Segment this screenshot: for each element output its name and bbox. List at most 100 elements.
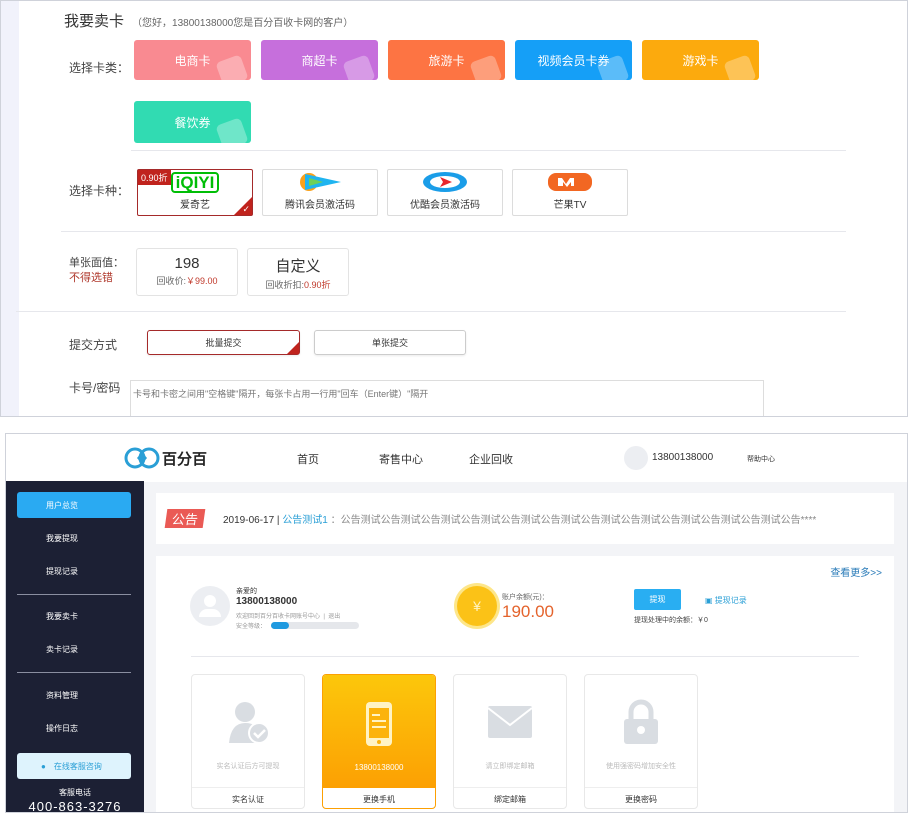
card-password-label: 卡号/密码 (69, 381, 121, 395)
header-user[interactable]: 13800138000 (652, 452, 713, 463)
divider (16, 311, 846, 312)
card-kind-youku[interactable]: 优酷会员激活码 (387, 169, 503, 216)
user-center-panel: 百分百 首页 寄售中心 企业回收 13800138000 帮助中心 用户总览 我… (5, 433, 908, 813)
service-icon: ● (41, 761, 46, 771)
sidebar-item-sell-record[interactable]: 卖卡记录 (17, 636, 131, 662)
card-kind-tencent[interactable]: 腾讯会员激活码 (262, 169, 378, 216)
title-text: 我要卖卡 (64, 13, 125, 30)
balance-label: 账户余额(元)： (502, 594, 549, 601)
kind-label-text: 爱奇艺 (180, 200, 210, 211)
avatar[interactable] (624, 446, 648, 470)
notice-line: 2019-06-17 | 公告测试1 ：公告测试公告测试公告测试公告测试公告测试… (223, 511, 816, 526)
card-kind-iqiyi[interactable]: 0.90折 iQIYI 爱奇艺 ✓ (137, 169, 253, 216)
notice-title-link[interactable]: 公告测试1 (282, 515, 328, 526)
notice-bar: 公告 2019-06-17 | 公告测试1 ：公告测试公告测试公告测试公告测试公… (156, 493, 894, 544)
user-avatar (190, 586, 230, 626)
category-tile[interactable]: 游戏卡 (642, 40, 759, 80)
face-value: 198 (174, 255, 200, 272)
sidebar-item-overview[interactable]: 用户总览 (17, 492, 131, 518)
category-deco-icon (215, 117, 249, 143)
user-check-icon (225, 699, 271, 745)
single-submit-button[interactable]: 单张提交 (314, 330, 466, 355)
security-card-email[interactable]: 请立即绑定邮箱 绑定邮箱 (453, 674, 567, 809)
withdraw-record-link[interactable]: ▣ 提现记录 (705, 595, 747, 606)
kind-label-text: 芒果TV (553, 200, 587, 211)
nav-consign[interactable]: 寄售中心 (379, 451, 423, 467)
divider (191, 656, 859, 657)
nav-help[interactable]: 帮助中心 (747, 454, 775, 464)
sidebar-item-profile[interactable]: 资料管理 (17, 682, 131, 708)
balance-value: 190.00 (502, 602, 554, 621)
category-tile[interactable]: 电商卡 (134, 40, 251, 80)
card-desc: 13800138000 (354, 763, 404, 772)
note-prefix: 回收折扣: (265, 280, 304, 290)
security-bar (271, 622, 359, 629)
notice-badge: 公告 (164, 509, 206, 528)
card-action[interactable]: 更换密码 (585, 788, 697, 808)
welcome-text: 欢迎回到百分百收卡网账号中心 (236, 614, 321, 620)
sidebar: 用户总览 我要提现 提现记录 我要卖卡 卖卡记录 资料管理 操作日志 ● 在线客服… (6, 481, 144, 812)
greeting-text: （您好，13800138000您是百分百收卡网的客户） (132, 18, 354, 29)
security-card-realname[interactable]: 实名认证后方可提现 实名认证 (191, 674, 305, 809)
nav-home[interactable]: 首页 (297, 451, 319, 467)
withdraw-record-label: 提现记录 (714, 596, 747, 605)
security-card-phone[interactable]: 13800138000 更换手机 (322, 674, 436, 809)
card-password-input[interactable] (130, 380, 764, 416)
logout-link[interactable]: 退出 (328, 614, 340, 620)
online-service-button[interactable]: ● 在线客服咨询 (17, 753, 131, 779)
pending-amount: 提现处理中的余额：￥0 (634, 617, 708, 624)
sidebar-item-log[interactable]: 操作日志 (17, 715, 131, 741)
sidebar-item-sell-card[interactable]: 我要卖卡 (17, 603, 131, 629)
category-label: 商超卡 (301, 53, 338, 68)
service-label: 在线客服咨询 (53, 761, 102, 771)
coin-icon: ¥ (457, 586, 497, 626)
brand-name: 百分百 (162, 450, 208, 468)
security-label: 安全等级： (236, 624, 267, 630)
face-value: 自定义 (275, 258, 321, 275)
sell-card-panel: 我要卖卡 （您好，13800138000您是百分百收卡网的客户） 选择卡类： 电商… (0, 0, 908, 417)
batch-submit-button[interactable]: 批量提交 (147, 330, 300, 355)
divider (17, 594, 131, 595)
top-header: 百分百 首页 寄售中心 企业回收 13800138000 帮助中心 (6, 434, 907, 482)
card-kind-mango[interactable]: 芒果TV (512, 169, 628, 216)
button-label: 批量提交 (205, 338, 242, 348)
face-value-198[interactable]: 198 回收价:￥99.00 (136, 248, 238, 296)
category-deco-icon (469, 54, 503, 80)
face-warning: 不得选错 (69, 272, 113, 284)
card-action[interactable]: 更换手机 (323, 788, 435, 808)
sidebar-item-withdraw-record[interactable]: 提现记录 (17, 558, 131, 584)
category-label: 游戏卡 (682, 53, 719, 68)
category-tile[interactable]: 餐饮券 (134, 101, 251, 143)
card-desc: 使用强密码增加安全性 (606, 763, 676, 770)
iqiyi-logo-text: iQIYI (170, 171, 220, 193)
phone-icon (356, 701, 402, 747)
card-action[interactable]: 绑定邮箱 (454, 788, 566, 808)
security-bar-fill (271, 622, 289, 629)
category-tile[interactable]: 商超卡 (261, 40, 378, 80)
view-more-link[interactable]: 查看更多>> (830, 564, 882, 579)
category-label: 电商卡 (174, 53, 211, 68)
sidebar-item-withdraw[interactable]: 我要提现 (17, 525, 131, 551)
account-phone: 13800138000 (236, 596, 298, 607)
nav-enterprise[interactable]: 企业回收 (469, 451, 513, 467)
kind-label: 选择卡种： (69, 184, 130, 198)
category-tile[interactable]: 旅游卡 (388, 40, 505, 80)
greeting: 亲爱的 (236, 588, 257, 595)
brand-logo[interactable]: 百分百 (124, 444, 207, 472)
notice-text: ：公告测试公告测试公告测试公告测试公告测试公告测试公告测试公告测试公告测试公告测… (330, 515, 817, 526)
divider (61, 231, 846, 232)
mango-tv-logo (545, 171, 595, 193)
card-desc: 请立即绑定邮箱 (485, 763, 535, 770)
face-value-custom[interactable]: 自定义 回收折扣:0.90折 (247, 248, 349, 296)
card-action[interactable]: 实名认证 (192, 788, 304, 808)
category-label: 餐饮券 (174, 115, 211, 130)
face-label: 单张面值： (69, 257, 124, 269)
category-label: 选择卡类： (69, 61, 130, 75)
phone-label: 客服电话 (59, 788, 91, 797)
lock-icon (618, 699, 664, 745)
withdraw-button[interactable]: 提现 (634, 589, 681, 610)
security-card-password[interactable]: 使用强密码增加安全性 更换密码 (584, 674, 698, 809)
category-deco-icon (723, 54, 757, 80)
tencent-video-logo (295, 171, 345, 193)
category-tile[interactable]: 视频会员卡券 (515, 40, 632, 80)
